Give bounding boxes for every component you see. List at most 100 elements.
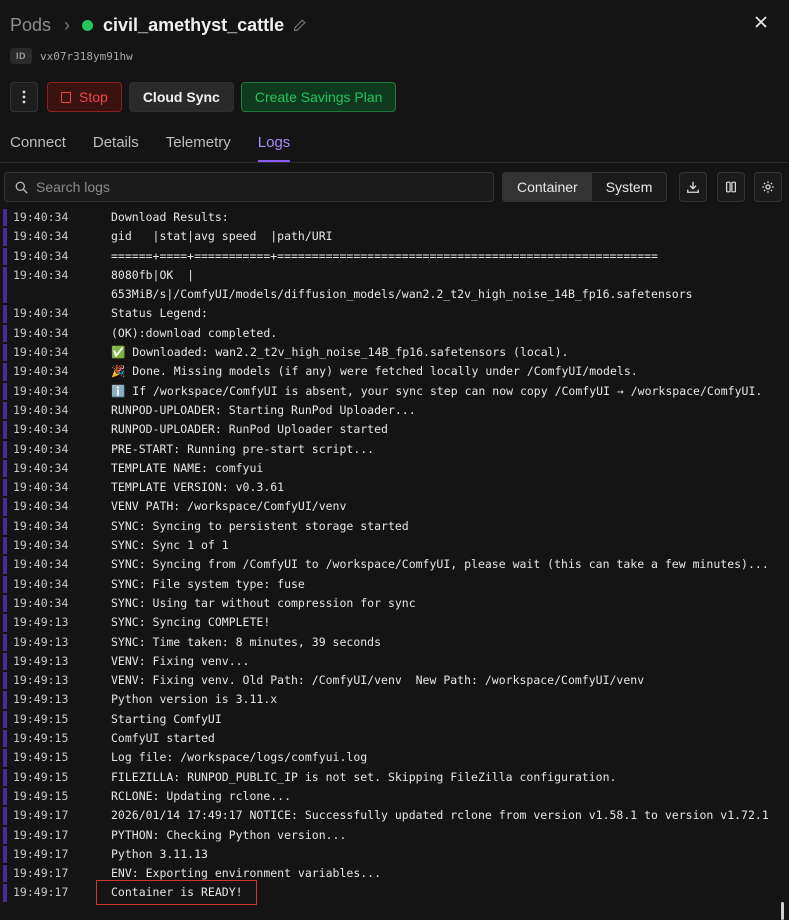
log-timestamp: 19:40:34 [13,402,69,417]
log-settings-button[interactable] [754,172,782,202]
log-row: 19:40:34 ℹ️ If /workspace/ComfyUI is abse… [0,382,789,401]
log-row: 19:49:13 SYNC: Syncing COMPLETE! [0,613,789,632]
log-timestamp: 19:49:15 [13,731,69,746]
log-level-bar [3,768,7,786]
log-message: TEMPLATE VERSION: v0.3.61 [111,480,285,495]
log-timestamp: 19:40:34 [13,518,69,533]
log-level-bar [3,691,7,709]
log-message: 2026/01/14 17:49:17 NOTICE: Successfully… [111,808,769,823]
log-row: 19:40:34 Download Results: [0,208,789,227]
log-row: 19:49:13 VENV: Fixing venv. Old Path: /Co… [0,671,789,690]
log-level-bar [3,479,7,497]
log-message: RUNPOD-UPLOADER: RunPod Uploader started [111,422,388,437]
log-message: RUNPOD-UPLOADER: Starting RunPod Uploade… [111,402,416,417]
tab-logs[interactable]: Logs [257,134,290,162]
stop-button[interactable]: Stop [47,82,122,112]
log-level-bar [3,228,7,246]
log-timestamp: 19:49:13 [13,653,69,668]
log-timestamp: 19:49:13 [13,615,69,630]
log-level-bar [3,382,7,400]
log-message: ComfyUI started [111,731,215,746]
log-timestamp: 19:40:34 [13,460,69,475]
log-timestamp: 19:40:34 [13,306,69,321]
log-message: Python 3.11.13 [111,846,208,861]
log-level-bar [3,730,7,748]
columns-icon [726,181,736,193]
log-timestamp: 19:40:34 [13,480,69,495]
log-row: 19:40:34 ======+====+===========+========… [0,247,789,266]
log-timestamp: 19:40:34 [13,325,69,340]
log-level-bar [3,344,7,362]
log-timestamp: 19:49:17 [13,866,69,881]
cloud-sync-button[interactable]: Cloud Sync [128,82,234,112]
log-timestamp: 19:40:34 [13,248,69,263]
log-message: FILEZILLA: RUNPOD_PUBLIC_IP is not set. … [111,769,617,784]
log-row: 19:40:34 SYNC: File system type: fuse [0,575,789,594]
log-level-bar [3,633,7,651]
pencil-icon[interactable] [293,18,306,32]
log-level-bar [3,749,7,767]
gear-icon [762,181,774,193]
log-level-bar [3,826,7,844]
log-message: Starting ComfyUI [111,711,222,726]
tab-details[interactable]: Details [93,134,139,162]
log-timestamp: 19:49:15 [13,750,69,765]
columns-toggle-button[interactable] [717,172,745,202]
log-row: 19:40:34 SYNC: Sync 1 of 1 [0,536,789,555]
log-row: 19:40:34 SYNC: Syncing to persistent stor… [0,517,789,536]
segment-system[interactable]: System [592,173,667,201]
log-level-bar [3,865,7,883]
tab-telemetry[interactable]: Telemetry [166,134,231,162]
log-level-bar [3,787,7,806]
log-message: SYNC: Sync 1 of 1 [111,538,229,553]
log-row: 19:49:15 Starting ComfyUI [0,710,789,729]
stop-label: Stop [79,89,108,105]
more-options-button[interactable] [10,82,38,112]
log-level-bar [3,401,7,420]
log-timestamp: 19:49:15 [13,769,69,784]
log-message: SYNC: File system type: fuse [111,576,305,591]
log-level-bar [3,209,7,227]
create-savings-plan-button[interactable]: Create Savings Plan [240,82,397,112]
log-row: 19:40:34 VENV PATH: /workspace/ComfyUI/ve… [0,497,789,516]
log-row: 19:49:13 Python version is 3.11.x [0,690,789,709]
log-message: SYNC: Syncing from /ComfyUI to /workspac… [111,557,769,572]
log-row: 19:40:34 RUNPOD-UPLOADER: Starting RunPod… [0,401,789,420]
close-icon[interactable] [753,14,769,30]
log-scrollbar[interactable] [781,902,784,920]
log-level-bar [3,652,7,671]
tab-connect[interactable]: Connect [10,134,66,162]
log-timestamp: 19:49:17 [13,885,69,900]
kebab-icon [22,90,26,104]
segment-container[interactable]: Container [503,173,592,201]
breadcrumb-pods-link[interactable]: Pods [10,15,51,36]
log-level-bar [3,266,7,304]
running-status-dot [82,19,94,31]
log-row: 19:40:34 Status Legend: [0,304,789,323]
log-level-bar [3,556,7,574]
log-level-bar [3,672,7,690]
log-level-bar [3,247,7,265]
log-level-bar [3,614,7,632]
log-timestamp: 19:49:17 [13,808,69,823]
pod-id-value[interactable]: vx07r318ym91hw [40,50,133,63]
download-icon [687,181,699,193]
log-timestamp: 19:40:34 [13,499,69,514]
log-row: 19:40:34 (OK):download completed. [0,324,789,343]
log-message: 8080fb|OK | [111,267,195,282]
log-row: 19:49:15 ComfyUI started [0,729,789,748]
log-viewer[interactable]: 19:40:34 Download Results: 19:40:34 gid |st… [0,208,789,920]
log-row: 19:40:34 TEMPLATE VERSION: v0.3.61 [0,478,789,497]
log-row: 19:40:34 RUNPOD-UPLOADER: RunPod Uploader… [0,420,789,439]
log-row: 19:49:17 2026/01/14 17:49:17 NOTICE: Succ… [0,806,789,825]
log-message: ======+====+===========+================… [111,248,658,263]
log-row: 19:49:15 RCLONE: Updating rclone... [0,787,789,806]
log-timestamp: 19:40:34 [13,364,69,379]
log-message: VENV: Fixing venv... [111,653,250,668]
log-message: SYNC: Syncing COMPLETE! [111,615,271,630]
log-row: 19:40:34 8080fb|OK | 653MiB/s|/ComfyUI/mod… [0,266,789,305]
download-logs-button[interactable] [679,172,707,202]
log-timestamp: 19:49:15 [13,788,69,803]
search-input[interactable] [36,179,456,195]
log-message: PRE-START: Running pre-start script... [111,441,375,456]
